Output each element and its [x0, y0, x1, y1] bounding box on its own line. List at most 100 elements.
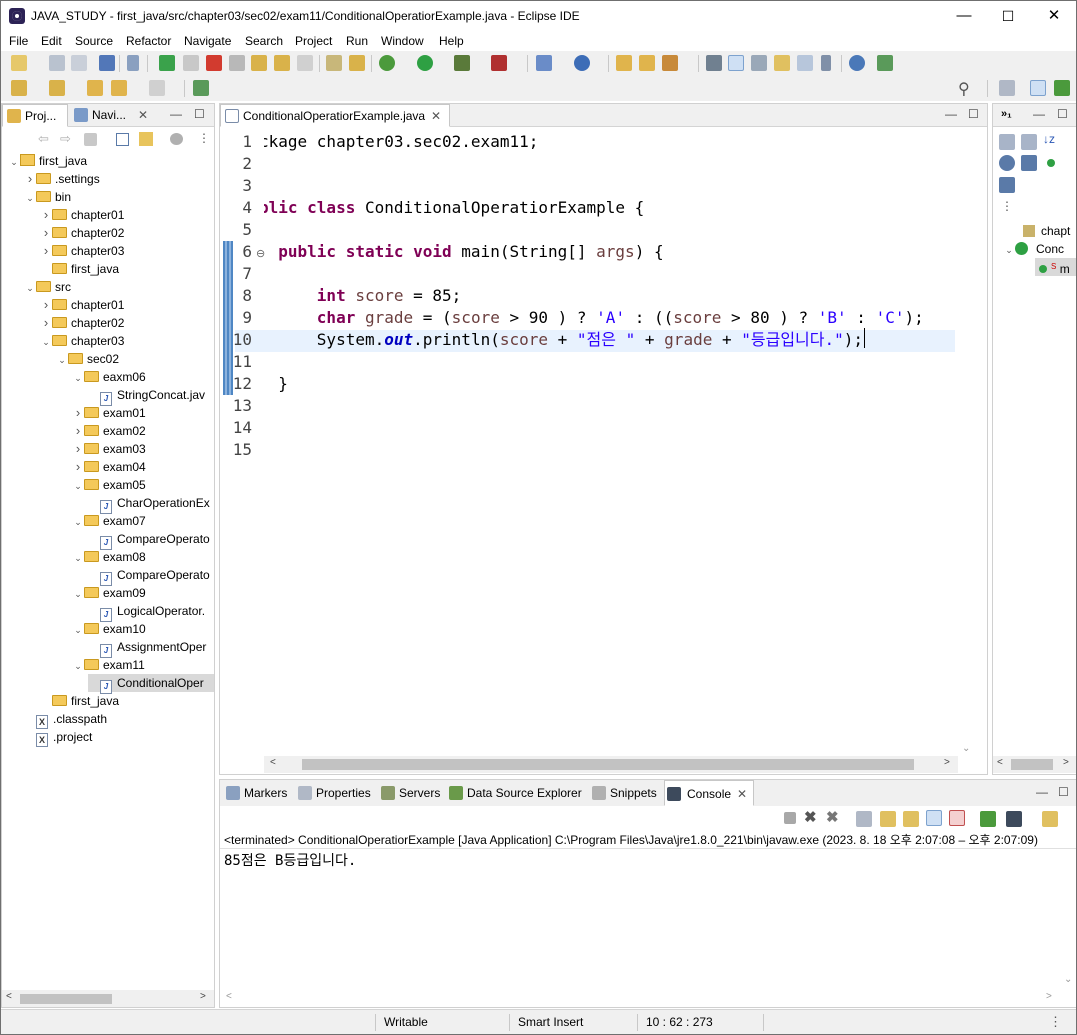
collapsed-arrow-icon[interactable]: ›	[24, 170, 36, 188]
tree-folder-item[interactable]: ⌄ exam11	[72, 656, 145, 674]
collapsed-arrow-icon[interactable]: ›	[40, 206, 52, 224]
word-wrap-icon[interactable]	[774, 55, 790, 71]
tree-folder-item[interactable]: ⌄ exam05	[72, 476, 145, 494]
resume-icon[interactable]	[159, 55, 175, 71]
outline-class[interactable]: ⌄ Conc	[1003, 240, 1064, 258]
expanded-arrow-icon[interactable]: ⌄	[72, 585, 84, 603]
skip-breakpoints-icon[interactable]	[127, 55, 139, 71]
minimize-outline-icon[interactable]: —	[1033, 107, 1045, 121]
tab-navigator[interactable]: Navi... ✕	[70, 104, 156, 127]
collapsed-arrow-icon[interactable]: ›	[40, 224, 52, 242]
minimize-console-icon[interactable]: —	[1036, 785, 1048, 799]
back-icon[interactable]	[111, 80, 127, 96]
java-perspective-icon[interactable]	[1030, 80, 1046, 96]
minimize-button[interactable]: —	[941, 1, 987, 31]
menu-edit[interactable]: Edit	[41, 34, 62, 48]
new-class-icon[interactable]	[574, 55, 590, 71]
expanded-arrow-icon[interactable]: ⌄	[56, 351, 68, 369]
tree-folder-item[interactable]: ⌄ exam09	[72, 584, 145, 603]
tree-folder-item[interactable]: ⌄ exam07	[72, 512, 145, 531]
show-on-error-icon[interactable]	[949, 810, 965, 826]
new-java-project-icon[interactable]	[536, 55, 552, 71]
open-console-icon[interactable]	[1042, 811, 1058, 827]
close-button[interactable]: ✕	[1031, 1, 1076, 31]
tree-folder-item[interactable]: › chapter02	[40, 224, 125, 242]
outline-horizontal-scrollbar[interactable]: < >	[993, 756, 1076, 773]
run-icon[interactable]	[417, 55, 433, 71]
browser-icon[interactable]	[849, 55, 865, 71]
sort-icon[interactable]: ↓z	[1043, 132, 1055, 146]
maximize-view-icon[interactable]: ☐	[194, 107, 205, 121]
expanded-arrow-icon[interactable]: ⌄	[24, 189, 36, 207]
java-file-item[interactable]: J CompareOperato	[88, 530, 210, 550]
coverage-icon[interactable]	[454, 55, 470, 71]
collapse-outline-icon[interactable]	[999, 134, 1015, 150]
hide-nonpublic-icon[interactable]	[1047, 159, 1055, 167]
collapsed-arrow-icon[interactable]: ›	[72, 404, 84, 422]
collapse-all-icon[interactable]	[116, 133, 129, 146]
link-with-editor-icon[interactable]	[139, 132, 153, 146]
collapsed-arrow-icon[interactable]: ›	[72, 422, 84, 440]
menu-navigate[interactable]: Navigate	[184, 34, 231, 48]
terminate-icon[interactable]	[206, 55, 222, 71]
outline-tabs-icon[interactable]: »₁	[1001, 108, 1012, 120]
search-icon[interactable]: ⚲	[958, 79, 970, 99]
xml-file-item[interactable]: X .classpath	[24, 710, 107, 729]
last-edit-icon[interactable]	[87, 80, 103, 96]
menu-window[interactable]: Window	[381, 34, 424, 48]
tree-folder-item[interactable]: › chapter02	[40, 314, 125, 332]
java-file-item[interactable]: J ConditionalOper	[88, 674, 214, 694]
block-selection-icon[interactable]	[751, 55, 767, 71]
console-output[interactable]: 85점은 B등급입니다.	[224, 850, 356, 870]
menu-project[interactable]: Project	[295, 34, 332, 48]
remove-all-icon[interactable]: ✖	[826, 808, 839, 826]
tab-data-source-explorer[interactable]: Data Source Explorer	[447, 783, 582, 803]
collapsed-arrow-icon[interactable]: ›	[40, 314, 52, 332]
save-icon[interactable]	[49, 55, 65, 71]
editor-scrollbar-thumb[interactable]	[302, 759, 914, 770]
java-file-item[interactable]: J CompareOperato	[88, 566, 210, 586]
hide-local-types-icon[interactable]	[999, 177, 1015, 193]
debug-perspective-icon[interactable]	[1054, 80, 1070, 96]
menu-search[interactable]: Search	[245, 34, 283, 48]
open-perspective-icon[interactable]	[999, 80, 1015, 96]
external-tools-icon[interactable]	[491, 55, 507, 71]
minimize-view-icon[interactable]: —	[170, 107, 182, 121]
maximize-editor-icon[interactable]: ☐	[968, 107, 979, 121]
forward-icon[interactable]	[149, 80, 165, 96]
hide-fields-icon[interactable]	[999, 155, 1015, 171]
menu-refactor[interactable]: Refactor	[126, 34, 171, 48]
tree-folder-item[interactable]: first_java	[40, 692, 119, 710]
scrollbar-thumb[interactable]	[20, 994, 112, 1004]
next-annotation-icon[interactable]	[11, 80, 27, 96]
tree-folder-item[interactable]: › chapter01	[40, 296, 125, 314]
expanded-arrow-icon[interactable]: ⌄	[72, 657, 84, 675]
annotation-icon[interactable]	[706, 55, 722, 71]
tree-folder-item[interactable]: ⌄ sec02	[56, 350, 119, 368]
close-console-icon[interactable]: ✕	[737, 781, 747, 807]
java-file-item[interactable]: J CharOperationEx	[88, 494, 210, 514]
tree-folder-item[interactable]: ⌄ exam08	[72, 548, 145, 566]
editor-horizontal-scrollbar[interactable]: < >	[264, 756, 958, 773]
expanded-arrow-icon[interactable]: ⌄	[72, 513, 84, 531]
expanded-arrow-icon[interactable]: ⌄	[8, 153, 20, 171]
expanded-arrow-icon[interactable]: ⌄	[40, 333, 52, 351]
console-vertical-scrollbar[interactable]: ⌄	[1060, 850, 1076, 990]
maximize-button[interactable]: ☐	[985, 1, 1031, 31]
minimize-editor-icon[interactable]: —	[945, 107, 957, 121]
notification-icon[interactable]: ⋮	[1049, 1014, 1062, 1030]
maximize-console-icon[interactable]: ☐	[1058, 785, 1069, 799]
tab-console[interactable]: Console ✕	[664, 780, 754, 806]
show-on-output-icon[interactable]	[926, 810, 942, 826]
drop-to-frame-icon[interactable]	[349, 55, 365, 71]
explorer-horizontal-scrollbar[interactable]: < >	[2, 990, 214, 1007]
tree-folder-item[interactable]: first_java	[40, 260, 119, 278]
new-icon[interactable]	[11, 55, 27, 71]
java-file-item[interactable]: J AssignmentOper	[88, 638, 206, 658]
close-editor-icon[interactable]: ✕	[431, 105, 441, 127]
pin-editor-icon[interactable]	[193, 80, 209, 96]
tree-folder-item[interactable]: › exam04	[72, 458, 146, 476]
view-menu-icon[interactable]: ⋮	[198, 131, 210, 145]
expanded-arrow-icon[interactable]: ⌄	[72, 369, 84, 387]
tree-folder-item[interactable]: › chapter03	[40, 242, 125, 260]
